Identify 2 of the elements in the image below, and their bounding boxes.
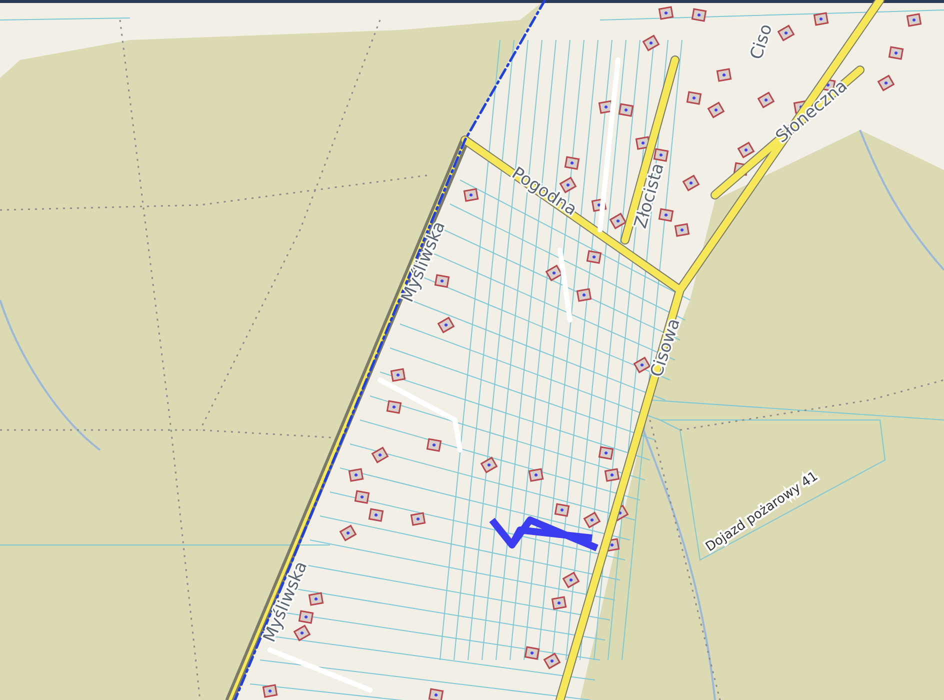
street-label: Cisowa [646, 316, 684, 380]
street-label: Ciso [746, 22, 777, 62]
